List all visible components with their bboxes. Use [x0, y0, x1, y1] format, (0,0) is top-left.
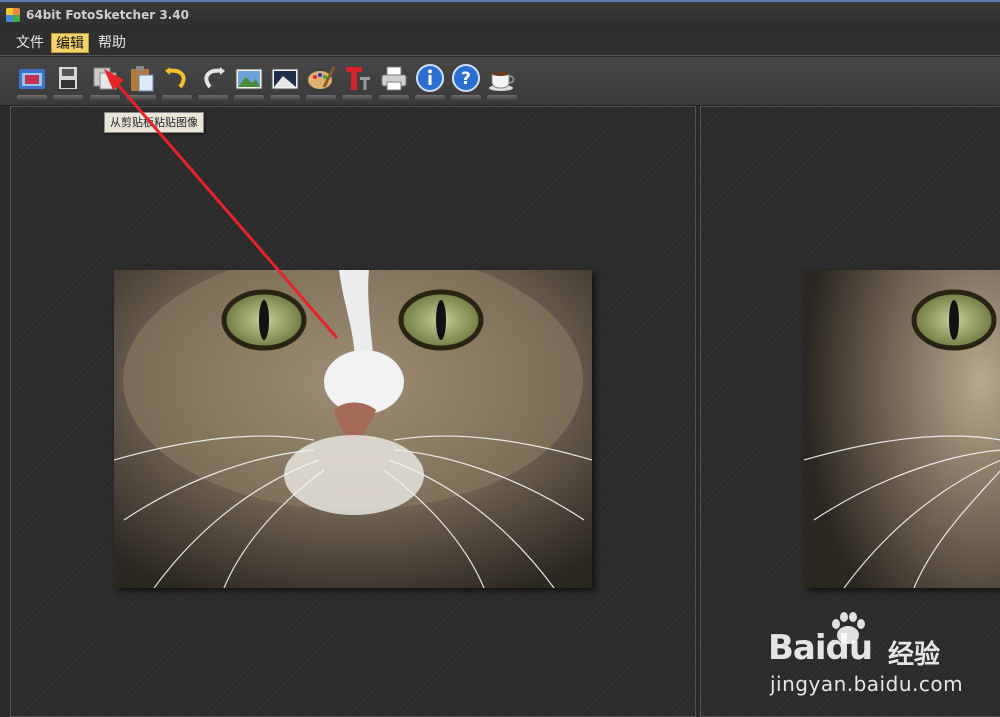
undo-arrow-icon — [165, 67, 186, 89]
coffee-button[interactable] — [485, 63, 519, 101]
cat-photo-original — [114, 270, 592, 588]
menu-file[interactable]: 文件 — [12, 33, 48, 53]
copy-image-icon — [93, 67, 117, 90]
image-button-2[interactable] — [268, 63, 302, 101]
landscape-image-2-icon — [271, 68, 299, 90]
toolbar: ? — [0, 57, 1000, 106]
menu-edit[interactable]: 编辑 — [51, 33, 89, 53]
open-button[interactable] — [15, 63, 49, 101]
watermark-url: jingyan.baidu.com — [770, 672, 964, 696]
undo-button[interactable] — [160, 63, 194, 101]
save-disk-icon — [59, 67, 77, 89]
menu-bar: 文件 编辑 帮助 — [0, 30, 1000, 56]
info-icon — [416, 64, 444, 92]
original-image-panel[interactable] — [10, 106, 696, 717]
baidu-watermark: Baidu 经验 jingyan.baidu.com — [768, 610, 1000, 710]
window-title: 64bit FotoSketcher 3.40 — [26, 8, 189, 22]
paste-tooltip: 从剪贴板粘贴图像 — [104, 112, 204, 133]
paste-button[interactable] — [124, 63, 158, 101]
landscape-image-icon — [235, 68, 263, 90]
help-button[interactable]: ? — [449, 63, 483, 101]
watermark-sub: 经验 — [888, 640, 941, 670]
text-tool-icon — [346, 67, 370, 90]
paste-clipboard-icon — [131, 66, 154, 92]
title-bar: 64bit FotoSketcher 3.40 — [0, 0, 1000, 30]
print-button[interactable] — [377, 63, 411, 101]
watermark-brand: Baidu — [768, 628, 873, 668]
app-logo-icon — [6, 8, 20, 22]
help-icon: ? — [452, 64, 480, 92]
copy-button[interactable] — [88, 63, 122, 101]
save-button[interactable] — [51, 63, 85, 101]
svg-text:?: ? — [461, 69, 471, 89]
palette-brush-icon — [308, 66, 336, 89]
coffee-cup-icon — [489, 72, 515, 91]
palette-button[interactable] — [304, 63, 338, 101]
text-button[interactable] — [340, 63, 374, 101]
redo-arrow-icon — [204, 67, 225, 89]
cat-photo-preview — [804, 270, 1000, 588]
image-button-1[interactable] — [232, 63, 266, 101]
printer-icon — [381, 66, 407, 91]
redo-button[interactable] — [196, 63, 230, 101]
open-folder-icon — [19, 69, 45, 89]
info-button[interactable] — [413, 63, 447, 101]
menu-help[interactable]: 帮助 — [94, 33, 130, 53]
